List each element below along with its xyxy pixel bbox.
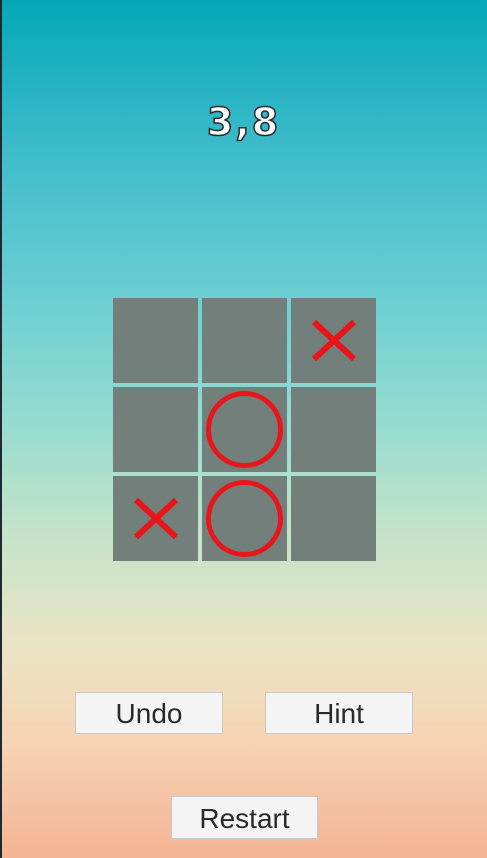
score-display: 3,8 — [206, 99, 281, 145]
board-cell-2[interactable] — [291, 298, 376, 383]
board-cell-6[interactable] — [113, 476, 198, 561]
board-cell-1[interactable] — [202, 298, 287, 383]
o-mark-icon — [206, 480, 283, 557]
restart-button[interactable]: Restart — [171, 796, 318, 839]
undo-button[interactable]: Undo — [75, 692, 223, 734]
x-mark-icon — [133, 497, 179, 540]
board-cell-0[interactable] — [113, 298, 198, 383]
board-cell-4[interactable] — [202, 387, 287, 472]
o-mark-icon — [206, 391, 283, 468]
hint-button[interactable]: Hint — [265, 692, 413, 734]
board-cell-5[interactable] — [291, 387, 376, 472]
game-board — [113, 298, 376, 561]
board-cell-8[interactable] — [291, 476, 376, 561]
board-cell-3[interactable] — [113, 387, 198, 472]
x-mark-icon — [311, 319, 357, 362]
board-cell-7[interactable] — [202, 476, 287, 561]
